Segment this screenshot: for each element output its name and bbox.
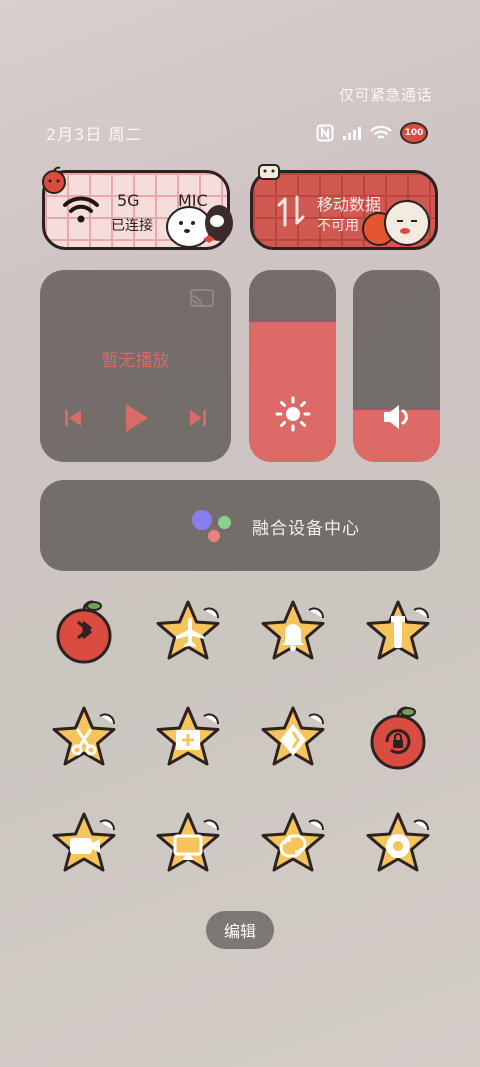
- scissors-icon: [52, 706, 116, 766]
- link-icon: [261, 812, 325, 872]
- media-player[interactable]: 暂无播放: [40, 270, 231, 462]
- toggle-settings[interactable]: [362, 808, 434, 880]
- dog-mascot-icon: [357, 193, 439, 255]
- diamond-icon: [261, 706, 325, 766]
- bluetooth-icon: [56, 600, 112, 664]
- device-center-logo-icon: [192, 510, 232, 544]
- mobile-data-status: 不可用: [317, 218, 359, 234]
- play-icon[interactable]: [122, 402, 150, 438]
- date-text: 2月3日 周二: [46, 125, 143, 144]
- apple-sticker-icon: [39, 165, 69, 199]
- data-arrows-icon: [277, 193, 305, 233]
- bear-mascot-icon: [163, 193, 235, 257]
- rotation-lock-icon: [370, 706, 426, 770]
- video-icon: [52, 812, 116, 872]
- wifi-tile[interactable]: 5G 已连接 MIC: [42, 166, 233, 250]
- volume-slider[interactable]: [353, 270, 440, 462]
- calculator-icon: [156, 706, 220, 766]
- airplane-icon: [156, 600, 220, 660]
- brightness-slider[interactable]: [249, 270, 336, 462]
- toggle-do-not-disturb[interactable]: [257, 596, 329, 668]
- toggle-share[interactable]: [257, 808, 329, 880]
- cast-icon[interactable]: [189, 288, 215, 312]
- battery-icon: 100: [400, 122, 428, 144]
- sun-icon: [275, 396, 311, 436]
- toggle-airplane-mode[interactable]: [152, 596, 224, 668]
- projection-icon: [156, 812, 220, 872]
- volume-icon: [381, 402, 413, 436]
- gear-icon: [366, 812, 430, 872]
- toggle-screenshot[interactable]: [48, 702, 120, 774]
- toggle-screen-record[interactable]: [48, 808, 120, 880]
- toggle-bluetooth[interactable]: [48, 596, 120, 668]
- nfc-icon: [316, 124, 334, 142]
- toggle-calculator[interactable]: [152, 702, 224, 774]
- emergency-calls-only: 仅可紧急通话: [338, 86, 432, 104]
- toggle-projection[interactable]: [152, 808, 224, 880]
- wifi-icon: [63, 195, 99, 229]
- signal-icon: [342, 125, 362, 141]
- previous-track-icon[interactable]: [62, 407, 84, 433]
- media-status: 暂无播放: [101, 351, 170, 371]
- toggle-flashlight[interactable]: [362, 596, 434, 668]
- wifi-status: 已连接: [111, 218, 153, 234]
- device-center-label: 融合设备中心: [252, 519, 360, 539]
- toggle-nfc-wallet[interactable]: [257, 702, 329, 774]
- mobile-data-tile[interactable]: 移动数据 不可用: [250, 164, 438, 250]
- edit-button[interactable]: 编辑: [206, 911, 274, 949]
- bell-icon: [261, 600, 325, 660]
- flashlight-icon: [366, 600, 430, 660]
- status-bar: 2月3日 周二 100: [46, 121, 428, 145]
- cup-sticker-icon: [253, 159, 287, 189]
- wifi-ssid: 5G: [117, 191, 140, 210]
- toggle-rotation-lock[interactable]: [362, 702, 434, 774]
- device-center-button[interactable]: 融合设备中心: [40, 480, 440, 571]
- next-track-icon[interactable]: [187, 407, 209, 433]
- wifi-status-icon: [370, 125, 392, 141]
